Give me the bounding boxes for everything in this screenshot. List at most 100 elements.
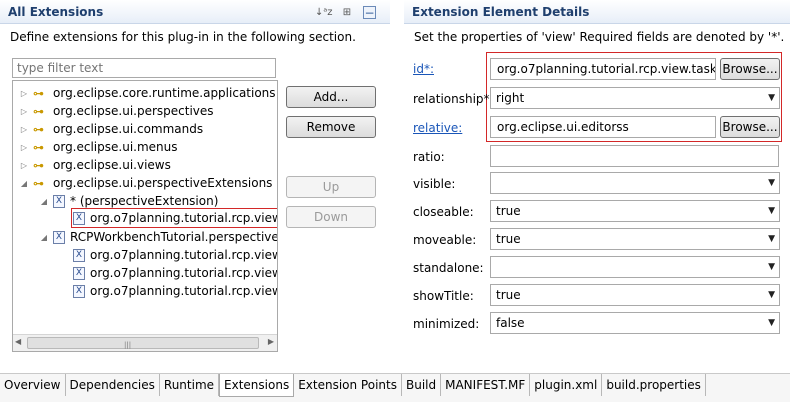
tree-item[interactable]: ▷ ⊶ org.eclipse.ui.menus (19, 138, 178, 156)
plug-icon: ⊶ (33, 86, 44, 100)
tree-item[interactable]: ▷ ⊶ org.eclipse.core.runtime.application… (19, 84, 276, 102)
remove-button[interactable]: Remove (286, 116, 376, 138)
collapse-all-icon[interactable]: − (363, 6, 376, 20)
plug-icon: ⊶ (33, 122, 44, 136)
tree-item-label: org.eclipse.ui.views (53, 158, 171, 172)
tree-item-label: org.eclipse.ui.perspectives (53, 104, 214, 118)
relationship-value: right (496, 91, 525, 105)
tab-overview[interactable]: Overview (0, 374, 66, 396)
scroll-right-icon[interactable]: ▶ (268, 337, 274, 346)
showtitle-select[interactable]: true ▼ (490, 284, 780, 306)
element-icon: X (73, 284, 85, 298)
tree-item-label: org.o7planning.tutorial.rcp.view.co (90, 248, 278, 262)
chevron-down-icon: ▼ (768, 93, 775, 103)
collapse-icon[interactable]: ◢ (39, 197, 49, 206)
add-button[interactable]: Add... (286, 86, 376, 108)
filter-input[interactable] (12, 58, 276, 78)
element-icon: X (73, 248, 85, 262)
chevron-down-icon: ▼ (768, 206, 775, 216)
editor-tabs: Overview Dependencies Runtime Extensions… (0, 373, 790, 402)
minimized-select[interactable]: false ▼ (490, 312, 780, 334)
showtitle-label: showTitle: (413, 289, 474, 303)
up-button[interactable]: Up (286, 176, 376, 198)
tree-item-label: org.o7planning.tutorial.rcp.view.h (90, 284, 278, 298)
chevron-down-icon: ▼ (768, 290, 775, 300)
closeable-label: closeable: (413, 205, 474, 219)
tab-runtime[interactable]: Runtime (160, 374, 220, 396)
moveable-label: moveable: (413, 233, 477, 247)
expand-icon[interactable]: ▷ (19, 143, 29, 152)
showtitle-value: true (496, 288, 521, 302)
tab-extensions[interactable]: Extensions (219, 374, 295, 397)
ratio-label: ratio: (413, 150, 445, 164)
relative-browse-button[interactable]: Browse... (720, 116, 780, 138)
id-browse-button[interactable]: Browse... (720, 58, 780, 80)
tree-item-selected[interactable]: X org.o7planning.tutorial.rcp.view.ta (69, 209, 277, 227)
plugin-editor: All Extensions ↓ᵃz ⊞ − Define extensions… (0, 0, 790, 402)
expand-icon[interactable]: ▷ (19, 107, 29, 116)
tree-item[interactable]: X org.o7planning.tutorial.rcp.view.ca (69, 264, 278, 282)
standalone-label: standalone: (413, 261, 484, 275)
collapse-icon[interactable]: ◢ (39, 233, 49, 242)
expand-icon[interactable]: ▷ (19, 125, 29, 134)
tab-build[interactable]: Build (402, 374, 442, 396)
tab-dependencies[interactable]: Dependencies (66, 374, 160, 396)
ratio-field[interactable] (490, 145, 779, 167)
visible-select[interactable]: ▼ (490, 172, 780, 194)
tree-item[interactable]: ▷ ⊶ org.eclipse.ui.perspectives (19, 102, 214, 120)
tree-item[interactable]: ▷ ⊶ org.eclipse.ui.commands (19, 120, 203, 138)
chevron-down-icon: ▼ (768, 262, 775, 272)
section-description: Set the properties of 'view' Required fi… (414, 30, 785, 44)
tree-item-label: * (perspectiveExtension) (70, 194, 219, 208)
standalone-select[interactable]: ▼ (490, 256, 780, 278)
sort-alpha-icon[interactable]: ↓ᵃz (315, 5, 333, 21)
id-label-link[interactable]: id*: (413, 62, 434, 76)
tree-item-label: org.eclipse.ui.menus (53, 140, 178, 154)
extension-element-details-section: Extension Element Details Set the proper… (404, 0, 790, 370)
relationship-select[interactable]: right ▼ (490, 87, 780, 109)
tree-item[interactable]: ◢ ⊶ org.eclipse.ui.perspectiveExtensions (19, 174, 273, 192)
tree-item-label: org.eclipse.ui.perspectiveExtensions (53, 176, 273, 190)
horizontal-scrollbar[interactable]: ◀ ||| ▶ (13, 334, 277, 351)
tree-item-label: org.eclipse.ui.commands (53, 122, 204, 136)
tree-item[interactable]: X org.o7planning.tutorial.rcp.view.h (69, 282, 278, 300)
tab-manifest[interactable]: MANIFEST.MF (441, 374, 531, 396)
closeable-select[interactable]: true ▼ (490, 200, 780, 222)
relative-field[interactable]: org.eclipse.ui.editorss (490, 116, 716, 138)
section-header: Extension Element Details (404, 0, 790, 24)
extensions-tree[interactable]: ▷ ⊶ org.eclipse.core.runtime.application… (12, 80, 278, 352)
plug-icon: ⊶ (33, 158, 44, 172)
tab-extension-points[interactable]: Extension Points (294, 374, 402, 396)
element-icon: X (53, 194, 65, 208)
tree-item[interactable]: ◢ X RCPWorkbenchTutorial.perspective (p (39, 228, 277, 246)
section-header: All Extensions ↓ᵃz ⊞ − (0, 0, 390, 24)
section-description: Define extensions for this plug-in in th… (10, 30, 356, 44)
expand-icon[interactable]: ▷ (19, 161, 29, 170)
moveable-select[interactable]: true ▼ (490, 228, 780, 250)
chevron-down-icon: ▼ (768, 318, 775, 328)
filter-icon[interactable]: ⊞ (339, 5, 355, 21)
moveable-value: true (496, 232, 521, 246)
minimized-value: false (496, 316, 525, 330)
chevron-down-icon: ▼ (768, 178, 775, 188)
tab-plugin-xml[interactable]: plugin.xml (530, 374, 603, 396)
tree-item[interactable]: X org.o7planning.tutorial.rcp.view.co (69, 246, 278, 264)
grip-icon: ||| (124, 341, 132, 349)
element-icon: X (73, 266, 85, 280)
scroll-left-icon[interactable]: ◀ (15, 337, 21, 346)
tree-item-label: org.o7planning.tutorial.rcp.view.ca (90, 266, 278, 280)
down-button[interactable]: Down (286, 206, 376, 228)
tree-item[interactable]: ▷ ⊶ org.eclipse.ui.views (19, 156, 171, 174)
section-title: Extension Element Details (412, 5, 590, 19)
scrollbar-thumb[interactable]: ||| (27, 337, 259, 349)
tab-build-properties[interactable]: build.properties (602, 374, 706, 396)
plug-icon: ⊶ (33, 140, 44, 154)
visible-label: visible: (413, 177, 456, 191)
section-title: All Extensions (8, 5, 104, 19)
relative-label-link[interactable]: relative: (413, 121, 462, 135)
collapse-icon[interactable]: ◢ (19, 179, 29, 188)
chevron-down-icon: ▼ (768, 234, 775, 244)
expand-icon[interactable]: ▷ (19, 89, 29, 98)
id-field[interactable]: org.o7planning.tutorial.rcp.view.task (490, 58, 716, 80)
element-icon: X (73, 211, 85, 225)
